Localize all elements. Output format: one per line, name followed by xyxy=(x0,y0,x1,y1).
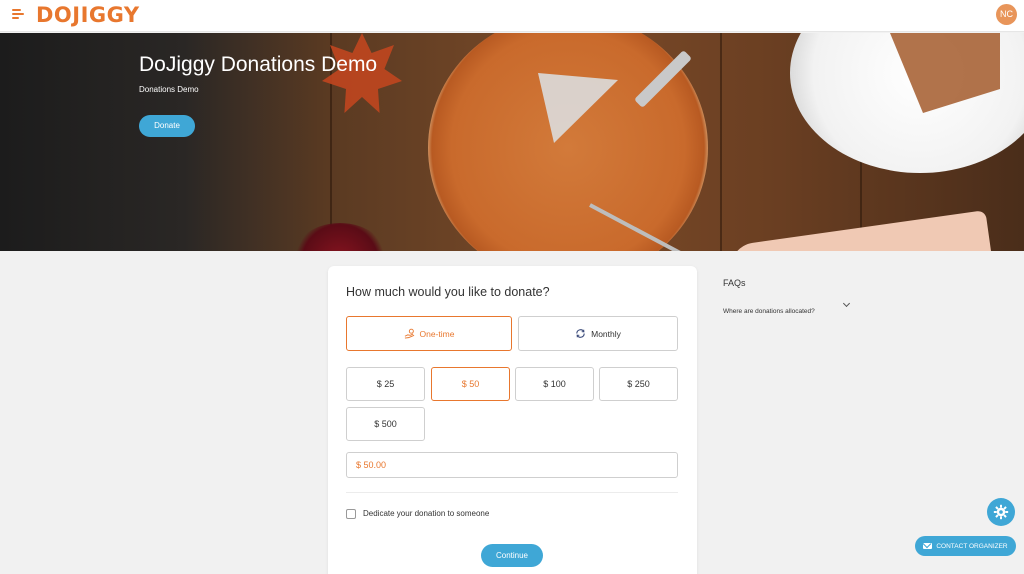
chevron-down-icon xyxy=(842,299,851,308)
continue-button[interactable]: Continue xyxy=(481,544,543,567)
amount-option-250[interactable]: $ 250 xyxy=(599,367,678,401)
one-time-option[interactable]: One-time xyxy=(346,316,512,351)
donation-question: How much would you like to donate? xyxy=(346,285,550,299)
dedicate-checkbox[interactable] xyxy=(346,509,356,519)
top-bar: DOJIGGY NC xyxy=(0,0,1024,32)
gear-icon xyxy=(993,504,1009,520)
recurring-icon xyxy=(576,329,585,338)
campaign-title: DoJiggy Donations Demo xyxy=(139,53,378,76)
custom-amount-input[interactable] xyxy=(346,452,678,478)
monthly-label: Monthly xyxy=(591,328,621,339)
one-time-label: One-time xyxy=(419,328,455,339)
hero-donate-button[interactable]: Donate xyxy=(139,115,195,137)
wood-plank-line xyxy=(720,33,722,251)
hero-banner: DoJiggy Donations Demo Donations Demo Do… xyxy=(0,33,1024,251)
wine-glass-image xyxy=(290,223,390,251)
user-avatar[interactable]: NC xyxy=(996,4,1017,25)
hand-coin-icon xyxy=(404,328,414,339)
faq-title: FAQs xyxy=(723,278,746,288)
amount-option-500[interactable]: $ 500 xyxy=(346,407,425,441)
logo[interactable]: DOJIGGY xyxy=(36,3,140,27)
campaign-subtitle: Donations Demo xyxy=(139,85,199,94)
amount-option-25[interactable]: $ 25 xyxy=(346,367,425,401)
contact-organizer-label: CONTACT ORGANIZER xyxy=(936,542,1008,550)
donation-card: How much would you like to donate? One-t… xyxy=(328,266,697,574)
faq-question: Where are donations allocated? xyxy=(723,308,815,315)
contact-organizer-button[interactable]: CONTACT ORGANIZER xyxy=(915,536,1016,556)
mail-icon xyxy=(923,543,933,549)
amount-option-50[interactable]: $ 50 xyxy=(431,367,510,401)
amount-option-100[interactable]: $ 100 xyxy=(515,367,594,401)
hamburger-menu-icon[interactable] xyxy=(12,9,24,21)
settings-button[interactable] xyxy=(987,498,1015,526)
monthly-option[interactable]: Monthly xyxy=(518,316,678,351)
dedicate-label: Dedicate your donation to someone xyxy=(363,509,490,518)
divider xyxy=(346,492,678,493)
faq-item[interactable]: Where are donations allocated? xyxy=(723,299,853,315)
